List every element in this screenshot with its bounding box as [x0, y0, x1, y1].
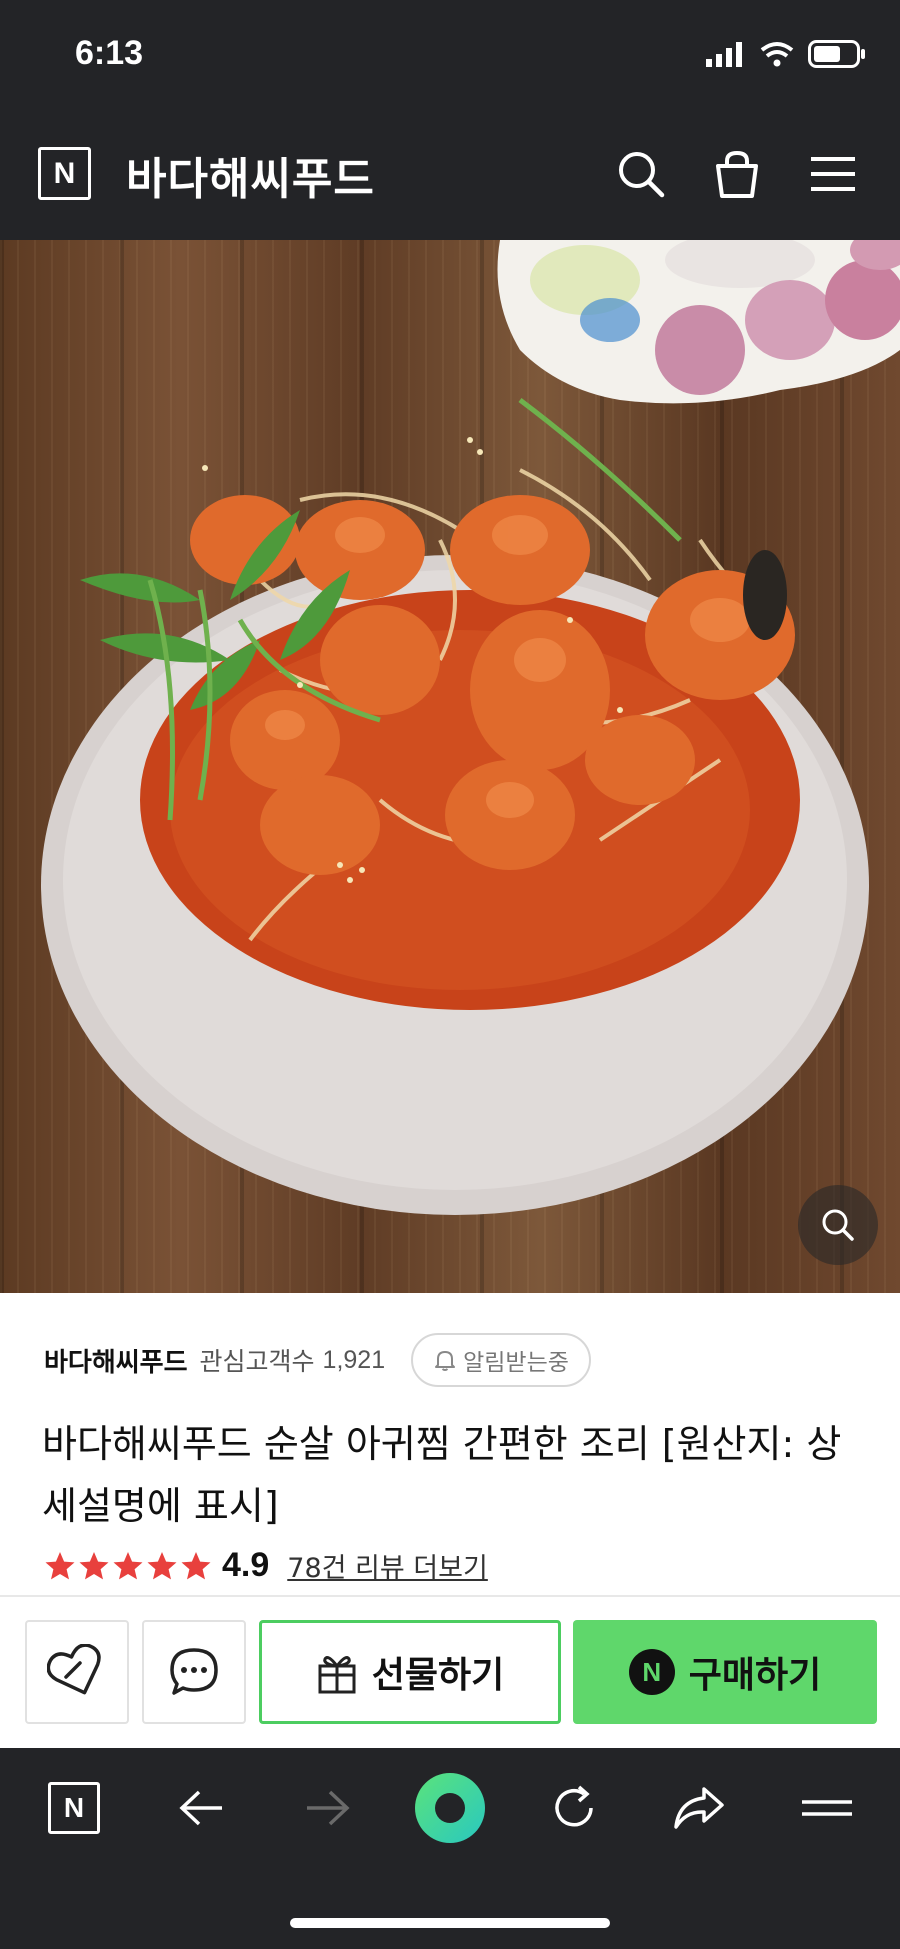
gift-label: 선물하기: [371, 1655, 505, 1696]
refresh-icon: [555, 1785, 593, 1827]
star-icon: [147, 1551, 177, 1579]
home-indicator: [290, 1918, 610, 1928]
signal-icon: [706, 42, 742, 67]
store-title[interactable]: 바다해씨푸드: [126, 143, 375, 207]
product-info: 바다해씨푸드 관심고객수 1,921 알림받는중 바다해씨푸드 순살 아귀찜 간…: [0, 1293, 900, 1598]
star-icon: [113, 1551, 143, 1579]
star-icon: [79, 1551, 109, 1579]
product-photo: [41, 240, 900, 1215]
status-time: 6:13: [75, 34, 144, 72]
forward-button[interactable]: [295, 1776, 359, 1840]
seller-row: 바다해씨푸드 관심고객수 1,921 알림받는중: [44, 1333, 591, 1387]
cart-icon[interactable]: [710, 147, 764, 201]
home-button[interactable]: N: [42, 1776, 106, 1840]
purchase-bar: 선물하기 N 구매하기: [0, 1595, 900, 1748]
battery-icon: [808, 40, 865, 68]
status-bar: 6:13: [0, 0, 900, 105]
naver-pay-badge: N: [628, 1649, 675, 1695]
refresh-button[interactable]: [542, 1776, 606, 1840]
menu-icon[interactable]: [806, 147, 860, 201]
gift-button[interactable]: 선물하기: [259, 1620, 561, 1724]
naver-home-icon: N: [48, 1782, 100, 1834]
bell-icon: [435, 1351, 456, 1371]
chat-icon: [170, 1648, 218, 1695]
green-dot-button[interactable]: [414, 1772, 486, 1844]
review-link[interactable]: 78건 리뷰 더보기: [287, 1546, 488, 1585]
back-arrow-icon: [179, 1790, 222, 1826]
product-title: 바다해씨푸드 순살 아귀찜 간편한 조리 [원산지: 상세설명에 표시]: [42, 1422, 842, 1528]
wishlist-button[interactable]: [25, 1620, 129, 1724]
image-zoom-button[interactable]: [798, 1185, 878, 1265]
share-icon: [674, 1787, 724, 1829]
gift-icon: [318, 1656, 356, 1694]
browser-toolbar: N: [0, 1748, 900, 1949]
star-icon: [45, 1551, 75, 1579]
fans-label: 관심고객수: [199, 1347, 315, 1376]
browser-menu-icon: [802, 1800, 852, 1816]
heart-icon: [47, 1644, 101, 1695]
alarm-label: 알림받는중: [463, 1350, 569, 1376]
forward-arrow-icon: [307, 1790, 350, 1826]
back-button[interactable]: [170, 1776, 234, 1840]
status-icons: [706, 40, 866, 68]
product-image[interactable]: [0, 240, 900, 1293]
browser-menu-button[interactable]: [795, 1776, 859, 1840]
alarm-toggle-button[interactable]: 알림받는중: [411, 1333, 591, 1387]
naver-logo-button[interactable]: N: [38, 147, 91, 200]
zoom-icon: [822, 1209, 854, 1241]
store-header: N 바다해씨푸드: [0, 105, 900, 240]
seller-name[interactable]: 바다해씨푸드: [44, 1342, 188, 1379]
rating-row: 4.9 78건 리뷰 더보기: [44, 1546, 488, 1585]
rating-stars: [44, 1550, 212, 1582]
wifi-icon: [760, 42, 794, 67]
talk-button[interactable]: [142, 1620, 246, 1724]
share-button[interactable]: [667, 1776, 731, 1840]
rating-score: 4.9: [222, 1546, 270, 1584]
fans-count: 1,921: [322, 1345, 386, 1374]
green-dot-icon: [415, 1773, 485, 1843]
buy-label: 구매하기: [688, 1655, 822, 1696]
star-icon: [181, 1551, 211, 1579]
search-icon[interactable]: [614, 147, 668, 201]
buy-button[interactable]: N 구매하기: [573, 1620, 877, 1724]
